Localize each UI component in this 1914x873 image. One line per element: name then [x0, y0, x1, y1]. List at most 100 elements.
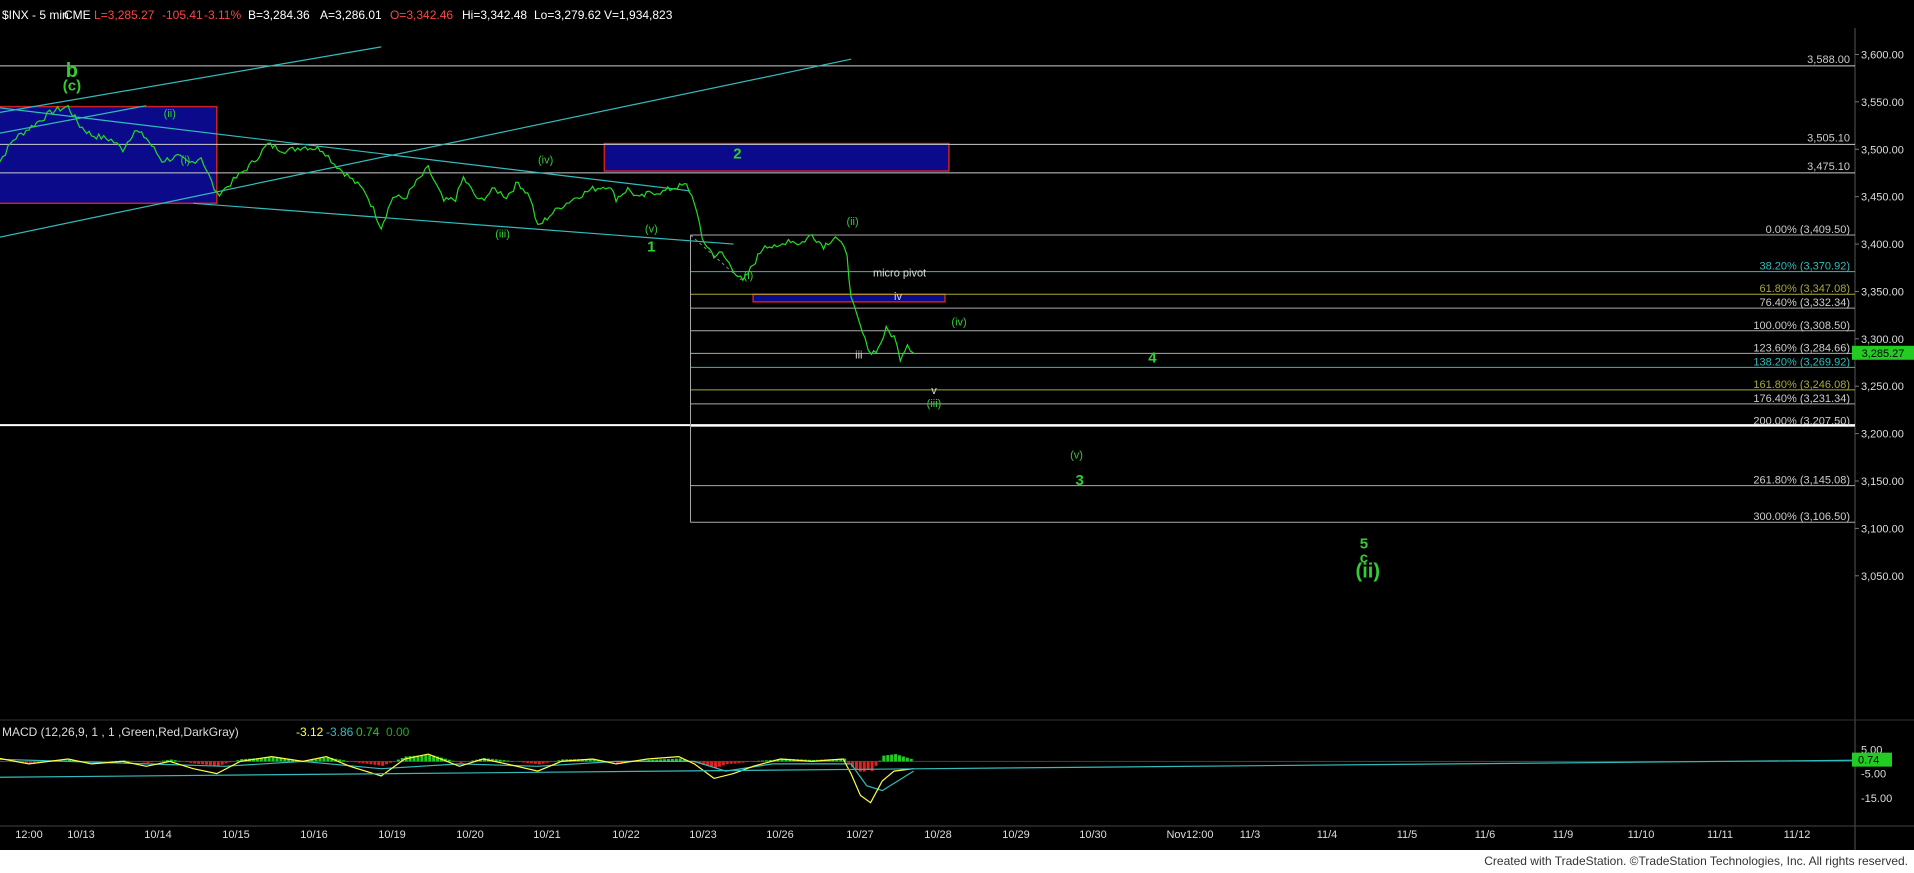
y-tick-label: 3,150.00	[1861, 476, 1904, 488]
macd-histogram-bar	[318, 758, 322, 762]
macd-histogram-bar	[498, 759, 502, 762]
macd-histogram-bar	[185, 761, 189, 763]
wave-label: (iii)	[927, 398, 942, 410]
low-text: Lo=3,279.62	[534, 8, 601, 22]
wave-label: 4	[1148, 350, 1157, 367]
macd-histogram-bar	[197, 761, 201, 764]
wave-label: (c)	[63, 77, 81, 94]
macd-histogram-bar	[901, 756, 905, 762]
macd-histogram-bar	[854, 761, 858, 770]
macd-histogram-bar	[361, 761, 365, 764]
macd-histogram-bar	[0, 760, 1, 762]
wave-label: 1	[647, 239, 655, 256]
wave-label: iv	[894, 291, 902, 303]
macd-histogram-bar	[733, 761, 737, 764]
macd-histogram-bar	[529, 761, 533, 764]
macd-histogram-bar	[905, 757, 909, 762]
macd-histogram-bar	[459, 761, 463, 763]
wave-label: (iv)	[951, 317, 966, 329]
fib-level-label: 300.00% (3,106.50)	[1753, 511, 1850, 523]
macd-title: MACD (12,26,9, 1 , 1 ,Green,Red,DarkGray…	[2, 725, 239, 739]
macd-histogram-bar	[224, 761, 228, 764]
resistance-box-2	[603, 142, 950, 172]
macd-y-tick-label: -5.00	[1861, 769, 1886, 781]
volume-text: V=1,934,823	[604, 8, 673, 22]
wave-label: (ii)	[846, 216, 858, 228]
y-tick-label: 3,100.00	[1861, 523, 1904, 535]
macd-histogram-bar	[717, 761, 721, 767]
macd-histogram-bar	[890, 754, 894, 762]
macd-histogram-bar	[322, 757, 326, 762]
macd-histogram-bar	[389, 761, 393, 763]
x-tick-label: 10/26	[766, 829, 794, 841]
macd-histogram-bar	[447, 759, 451, 762]
macd-histogram-bar	[193, 761, 197, 764]
macd-histogram-bar	[369, 761, 373, 765]
macd-histogram-bar	[506, 760, 510, 762]
x-tick-label: 11/11	[1707, 829, 1733, 841]
y-tick-label: 3,500.00	[1861, 144, 1904, 156]
macd-histogram-bar	[150, 761, 154, 763]
macd-y-tick-label: -15.00	[1861, 793, 1892, 805]
fib-level-label: 100.00% (3,308.50)	[1753, 320, 1850, 332]
macd-histogram-bar	[342, 760, 346, 762]
x-tick-label: 10/13	[67, 829, 95, 841]
wave-label: 2	[733, 146, 741, 163]
horizontal-level-label: 3,588.00	[1807, 54, 1850, 66]
wave-label: 3	[1075, 472, 1083, 489]
macd-histogram-bar	[741, 761, 745, 763]
symbol-text: $INX - 5 min	[2, 8, 69, 22]
macd-histogram-bar	[858, 761, 862, 772]
change-pct-text: -3.11%	[204, 8, 241, 22]
macd-histogram-bar	[205, 761, 209, 765]
macd-histogram-bar	[533, 761, 537, 764]
price-chart-svg[interactable]: 3,588.00 3,505.10 3,475.10 0.00% (3,409.50)…	[0, 28, 1914, 850]
x-tick-label: 11/9	[1553, 829, 1574, 841]
fib-level-label: 61.80% (3,347.08)	[1759, 283, 1850, 295]
fib-level-label: 123.60% (3,284.66)	[1753, 342, 1850, 354]
macd-histogram-bar	[365, 761, 369, 764]
wave-label: (iii)	[495, 228, 510, 240]
footer-bar: Created with TradeStation. ©TradeStation…	[0, 850, 1914, 873]
chart-area[interactable]: 3,588.00 3,505.10 3,475.10 0.00% (3,409.50)…	[0, 28, 1914, 850]
macd-histogram-bar	[373, 761, 377, 765]
macd-histogram-bar	[451, 760, 455, 762]
macd-histogram-bar	[909, 758, 913, 762]
macd-histogram-bar	[161, 760, 165, 762]
macd-histogram-bar	[142, 761, 146, 763]
last-price-text: L=3,285.27	[94, 8, 155, 22]
macd-histogram-bar	[279, 758, 283, 762]
macd-histogram-bar	[874, 761, 878, 766]
macd-histogram-bar	[729, 761, 733, 764]
chart-header: $INX - 5 min CME L=3,285.27 -105.41 -3.11% B=…	[0, 0, 1914, 28]
y-tick-label: 3,350.00	[1861, 286, 1904, 298]
macd-histogram-bar	[522, 761, 526, 763]
x-tick-label: 10/16	[300, 829, 328, 841]
macd-histogram-bar	[557, 760, 561, 762]
x-tick-label: 11/12	[1784, 829, 1811, 841]
wave-label: (v)	[645, 224, 658, 236]
x-tick-label: 11/5	[1397, 829, 1418, 841]
wave-label: (v)	[1070, 449, 1083, 461]
fib-level-label: 261.80% (3,145.08)	[1753, 475, 1850, 487]
macd-histogram-bar	[897, 755, 901, 762]
fib-level-label: 38.20% (3,370.92)	[1759, 261, 1850, 273]
horizontal-level-label: 3,505.10	[1807, 132, 1850, 144]
x-tick-label: 10/19	[378, 829, 406, 841]
y-tick-label: 3,250.00	[1861, 381, 1904, 393]
x-tick-label: 12:00	[15, 829, 43, 841]
macd-histogram-bar	[757, 760, 761, 762]
change-text: -105.41	[162, 8, 203, 22]
macd-histogram-bar	[146, 761, 150, 763]
macd-histogram-bar	[847, 761, 851, 763]
fib-level-label: 161.80% (3,246.08)	[1753, 379, 1850, 391]
x-tick-label: 10/21	[533, 829, 561, 841]
macd-histogram-bar	[537, 761, 541, 765]
macd-histogram-bar	[275, 757, 279, 762]
macd-histogram-bar	[408, 756, 412, 762]
macd-histogram-bar	[236, 760, 240, 762]
macd-histogram-bar	[545, 761, 549, 763]
wave-label: (iv)	[538, 154, 553, 166]
y-tick-label: 3,550.00	[1861, 97, 1904, 109]
wave-label: (i)	[744, 270, 754, 282]
